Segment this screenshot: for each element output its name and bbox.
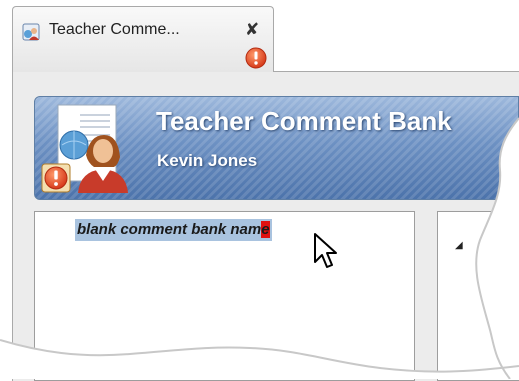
torn-edge-overlay <box>0 117 519 379</box>
